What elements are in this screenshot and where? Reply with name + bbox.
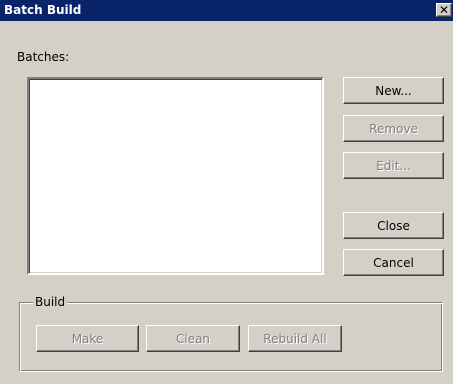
cancel-button[interactable]: Cancel bbox=[343, 249, 444, 276]
build-group-label: Build bbox=[33, 295, 68, 309]
close-window-button[interactable]: ✕ bbox=[436, 3, 452, 17]
close-icon: ✕ bbox=[438, 3, 450, 17]
close-button[interactable]: Close bbox=[343, 212, 444, 239]
edit-button[interactable]: Edit... bbox=[343, 152, 444, 179]
title-bar[interactable]: Batch Build ✕ bbox=[0, 0, 453, 21]
make-button[interactable]: Make bbox=[36, 325, 139, 352]
clean-button[interactable]: Clean bbox=[146, 325, 240, 352]
remove-button[interactable]: Remove bbox=[343, 115, 444, 142]
batches-list[interactable] bbox=[27, 77, 324, 275]
window-title: Batch Build bbox=[4, 3, 82, 17]
batch-build-dialog: Batch Build ✕ Batches: New... Remove Edi… bbox=[0, 0, 453, 384]
batches-label: Batches: bbox=[17, 50, 70, 64]
rebuild-all-button[interactable]: Rebuild All bbox=[248, 325, 342, 352]
new-button[interactable]: New... bbox=[343, 77, 444, 104]
